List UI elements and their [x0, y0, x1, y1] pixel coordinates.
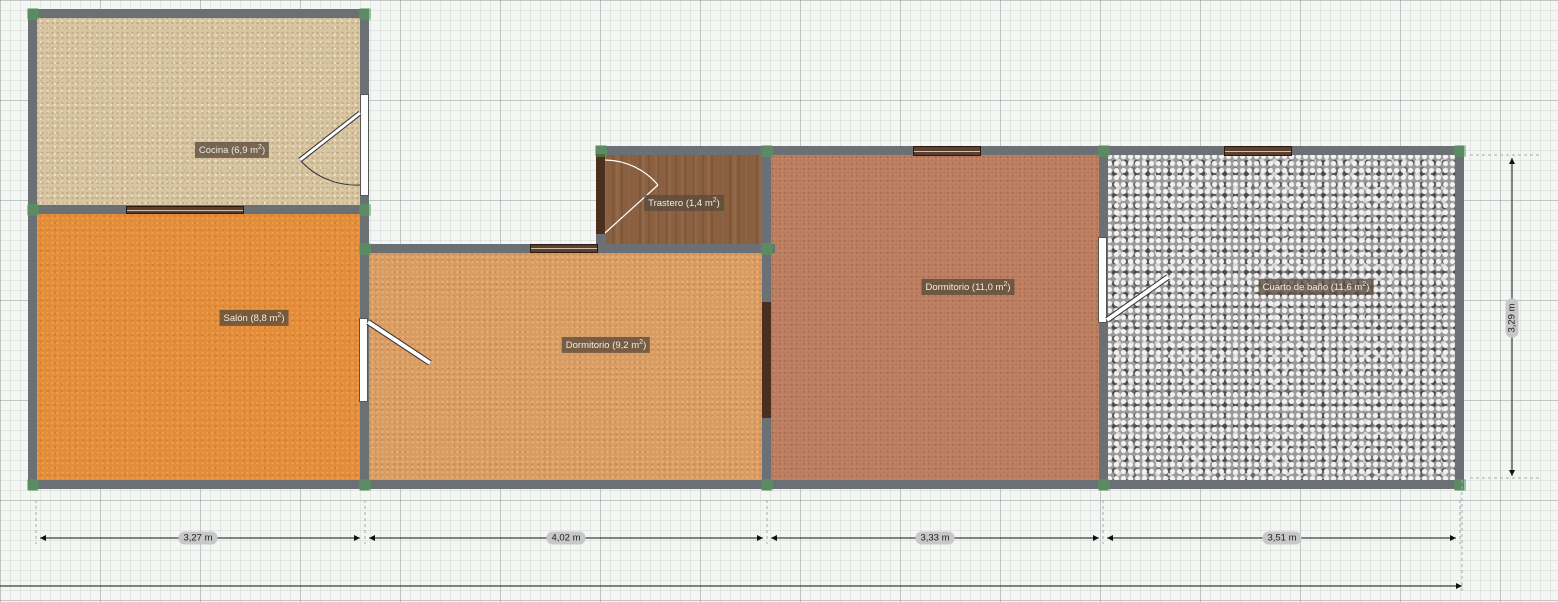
door-salon[interactable]	[359, 318, 368, 402]
room-cuarto-de-bano[interactable]	[1106, 153, 1457, 483]
wall-bottom[interactable]	[28, 480, 1464, 489]
wall-node[interactable]	[1454, 145, 1466, 157]
dimension-label-3[interactable]: 3,33 m	[915, 531, 955, 545]
wall-node[interactable]	[359, 479, 371, 491]
window-bano[interactable]	[1224, 146, 1292, 156]
wall-node[interactable]	[27, 8, 39, 20]
window-cocina-salon[interactable]	[126, 206, 244, 214]
room-label-cuarto-de-bano: Cuarto de baño (11,6 m2)	[1258, 278, 1374, 296]
room-label-trastero: Trastero (1,4 m2)	[644, 194, 724, 212]
door-trastero[interactable]	[596, 154, 605, 234]
wall-node[interactable]	[1454, 479, 1466, 491]
wall-node[interactable]	[1098, 479, 1110, 491]
wall-node[interactable]	[1098, 145, 1110, 157]
floor-plan: Cocina (6,9 m2) Salón (8,8 m2) Dormitori…	[0, 0, 1558, 602]
room-salon[interactable]	[36, 211, 363, 483]
room-label-cocina: Cocina (6,9 m2)	[194, 141, 270, 159]
wall-top-left[interactable]	[28, 9, 369, 18]
room-cocina[interactable]	[36, 16, 363, 209]
wall-node[interactable]	[761, 243, 773, 255]
wall-node[interactable]	[595, 145, 607, 157]
door-dormitorio-2[interactable]	[762, 302, 771, 418]
wall-node[interactable]	[359, 8, 371, 20]
wall-node[interactable]	[27, 204, 39, 216]
door-bano[interactable]	[1098, 237, 1107, 323]
dimension-label-4[interactable]: 3,51 m	[1262, 531, 1302, 545]
wall-node[interactable]	[761, 145, 773, 157]
room-label-dormitorio-2: Dormitorio (11,0 m2)	[921, 278, 1015, 296]
room-dormitorio-1[interactable]	[366, 250, 768, 483]
door-cocina[interactable]	[360, 94, 369, 196]
wall-node[interactable]	[761, 479, 773, 491]
wall-node[interactable]	[359, 243, 371, 255]
room-label-salon: Salón (8,8 m2)	[219, 309, 289, 327]
window-dormitorio-2[interactable]	[913, 146, 981, 156]
room-dormitorio-2[interactable]	[769, 153, 1103, 483]
room-label-dormitorio-1: Dormitorio (9,2 m2)	[561, 336, 651, 354]
wall-top-right[interactable]	[596, 146, 1464, 155]
dimension-label-2[interactable]: 4,02 m	[546, 531, 586, 545]
window-dormitorio-1[interactable]	[530, 244, 598, 253]
dimension-label-height[interactable]: 3,29 m	[1505, 298, 1519, 338]
wall-node[interactable]	[359, 204, 371, 216]
wall-left[interactable]	[28, 9, 37, 490]
wall-node[interactable]	[27, 479, 39, 491]
dimension-label-1[interactable]: 3,27 m	[178, 531, 218, 545]
wall-right[interactable]	[1455, 146, 1464, 490]
